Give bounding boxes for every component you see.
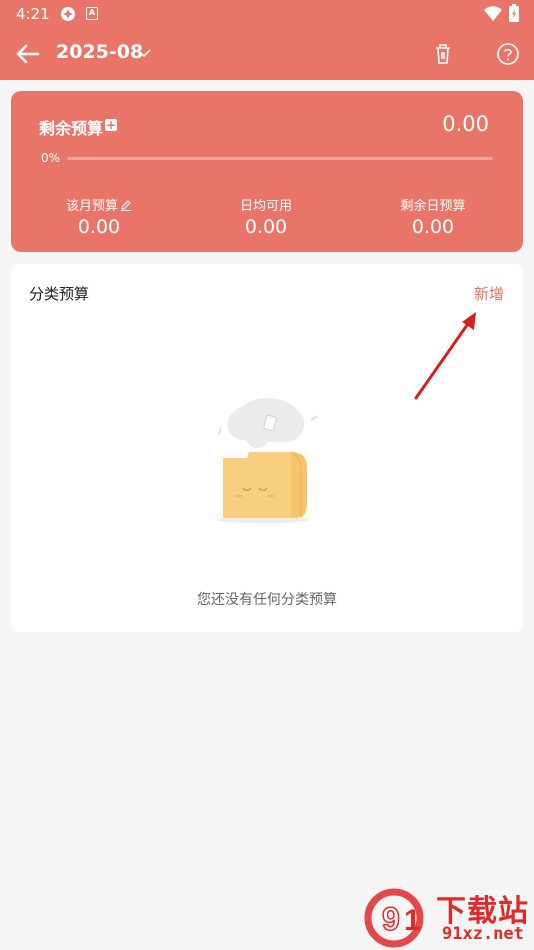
add-category-button[interactable]: 新增 (474, 283, 504, 304)
budget-summary-card: 剩余预算 + 0.00 0% 该月预算 0.00 日均可用 0.00 剩余日预算… (11, 91, 523, 252)
battery-icon (509, 4, 519, 22)
status-bar: 4:21 A (0, 0, 534, 28)
toolbar: 2025-08 (0, 28, 534, 80)
remaining-daily-budget-stat: 剩余日预算 0.00 (363, 195, 503, 238)
monthly-budget-stat[interactable]: 该月预算 0.00 (29, 195, 169, 238)
svg-text:9: 9 (382, 901, 400, 937)
wifi-icon (484, 6, 502, 21)
stat-label: 剩余日预算 (400, 199, 466, 214)
chevron-down-icon[interactable] (136, 46, 152, 60)
month-selector[interactable]: 2025-08 (56, 41, 143, 63)
back-arrow-icon[interactable] (14, 40, 42, 68)
remaining-budget-label: 剩余预算 (39, 119, 104, 138)
empty-box-illustration (217, 398, 318, 523)
app-notification-icon (61, 7, 75, 21)
empty-state-text: 您还没有任何分类预算 (197, 592, 337, 608)
help-icon[interactable] (496, 42, 520, 66)
trash-icon[interactable] (432, 42, 454, 66)
status-time: 4:21 (16, 5, 50, 23)
svg-text:1: 1 (404, 904, 421, 937)
plus-box-icon[interactable]: + (105, 119, 117, 131)
watermark-logo: 9 1 (364, 888, 424, 948)
pencil-icon[interactable] (120, 199, 132, 211)
stat-value: 0.00 (244, 216, 288, 238)
stat-label: 该月预算 (29, 195, 169, 214)
category-budget-title: 分类预算 (29, 285, 90, 303)
stat-label: 日均可用 (239, 199, 292, 214)
daily-available-stat: 日均可用 0.00 (196, 195, 336, 238)
stat-value: 0.00 (77, 216, 121, 238)
remaining-budget-value: 0.00 (442, 112, 489, 136)
watermark: 9 1 下载站 91xz.net (362, 886, 532, 948)
text-badge-icon: A (86, 7, 98, 20)
annotation-arrow (414, 312, 476, 400)
progress-percent: 0% (41, 151, 61, 165)
budget-progress-bar (67, 157, 493, 160)
stat-value: 0.00 (411, 216, 455, 238)
watermark-url: 91xz.net (442, 924, 524, 944)
